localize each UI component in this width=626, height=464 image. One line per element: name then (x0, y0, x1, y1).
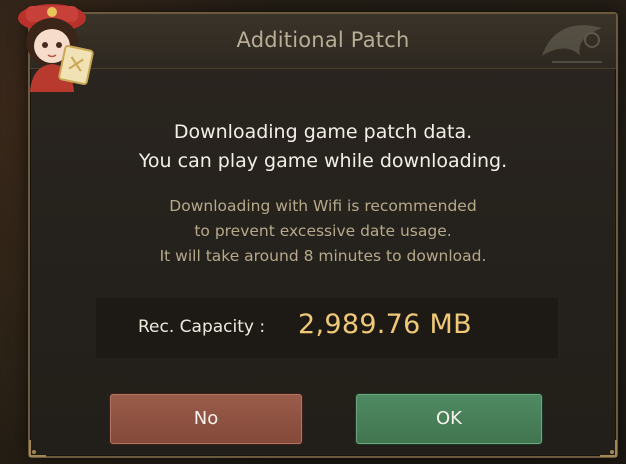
message-line-2: You can play game while downloading. (138, 150, 508, 172)
capacity-panel: Rec. Capacity : 2,989.76 MB (96, 298, 558, 358)
capacity-label: Rec. Capacity : (138, 317, 266, 337)
dialog-notice: Downloading with Wifi is recommended to … (30, 194, 616, 269)
dialog-header: Additional Patch (30, 14, 616, 69)
notice-line-1: Downloading with Wifi is recommended (169, 197, 477, 215)
dialog-message: Downloading game patch data. You can pla… (30, 118, 616, 176)
message-line-1: Downloading game patch data. (173, 121, 473, 143)
ornament-icon (542, 25, 602, 63)
notice-line-3: It will take around 8 minutes to downloa… (159, 247, 487, 265)
capacity-value: 2,989.76 MB (298, 309, 472, 340)
patch-dialog: Additional Patch Downloading game patch … (28, 12, 618, 458)
no-button[interactable]: No (110, 394, 302, 444)
corner-ornament-icon (29, 440, 46, 457)
notice-line-2: to prevent excessive date usage. (194, 222, 452, 240)
ok-button[interactable]: OK (356, 394, 542, 444)
corner-ornament-icon (600, 440, 617, 457)
dialog-title: Additional Patch (236, 28, 410, 52)
chibi-character-icon (18, 4, 94, 92)
